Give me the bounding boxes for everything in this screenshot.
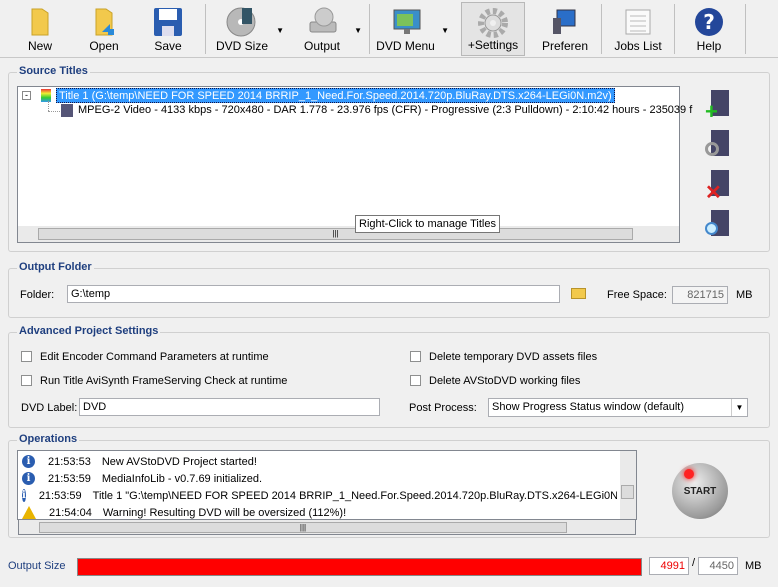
preview-title-icon[interactable]: [705, 210, 735, 240]
start-button[interactable]: START: [672, 463, 728, 519]
dvd-label-label: DVD Label:: [21, 402, 78, 414]
add-title-icon[interactable]: +: [705, 90, 735, 123]
dvd-menu-label: DVD Menu: [376, 39, 435, 53]
svg-text:?: ?: [703, 10, 715, 34]
post-process-select[interactable]: Show Progress Status window (default) ▼: [488, 398, 748, 417]
new-label: New: [27, 39, 52, 53]
collapse-toggle[interactable]: -: [22, 91, 31, 100]
operations-log[interactable]: i 21:53:53 New AVStoDVD Project started! i…: [17, 450, 637, 520]
dvd-menu-button[interactable]: ▼ DVD Menu: [370, 2, 455, 56]
free-space-value: 821715: [672, 286, 728, 304]
dvd-size-label: DVD Size: [215, 39, 268, 53]
new-button[interactable]: New: [4, 2, 76, 56]
delete-working-label: Delete AVStoDVD working files: [429, 375, 581, 387]
folder-icon: [31, 8, 49, 36]
record-light-icon: [684, 469, 694, 479]
dvd-drive-icon: [309, 7, 337, 33]
tooltip: Right-Click to manage Titles: [355, 215, 500, 233]
floppy-disk-icon: [154, 8, 182, 36]
jobs-list-button[interactable]: Jobs List: [603, 2, 673, 56]
settings-button[interactable]: +Settings: [461, 2, 525, 56]
vertical-scrollbar[interactable]: [620, 451, 636, 519]
folder-input[interactable]: G:\temp: [67, 285, 560, 303]
open-label: Open: [89, 39, 119, 53]
save-button[interactable]: Save: [132, 2, 204, 56]
free-space-unit: MB: [736, 289, 753, 301]
output-size-capacity: 4450: [698, 557, 738, 575]
chevron-down-icon[interactable]: ▼: [731, 399, 747, 416]
edit-encoder-label: Edit Encoder Command Parameters at runti…: [40, 351, 269, 363]
post-process-value: Show Progress Status window (default): [492, 401, 684, 413]
folder-label: Folder:: [20, 289, 55, 301]
preferences-button[interactable]: Preferen: [530, 2, 600, 56]
titles-tree[interactable]: - Title 1 (G:\temp\NEED FOR SPEED 2014 B…: [17, 86, 692, 243]
output-size-label: Output Size: [8, 560, 66, 572]
output-label: Output: [303, 39, 341, 53]
gear-icon: [478, 8, 508, 38]
post-process-label: Post Process:: [409, 402, 477, 414]
help-button[interactable]: ? Help: [676, 2, 742, 56]
film-icon: [41, 89, 51, 102]
help-label: Help: [696, 39, 722, 53]
info-icon: i: [22, 472, 35, 485]
advanced-settings-label: Advanced Project Settings: [17, 325, 161, 337]
free-space-label: Free Space:: [607, 289, 667, 301]
open-folder-icon: [95, 8, 114, 36]
run-avisynth-label: Run Title AviSynth FrameServing Check at…: [40, 375, 288, 387]
warning-icon: [22, 506, 36, 519]
output-size-current: 4991: [649, 557, 689, 575]
log-entry: i 21:53:59 Title 1 "G:\temp\NEED FOR SPEED…: [22, 489, 617, 502]
dropdown-arrow-icon[interactable]: ▼: [276, 26, 284, 35]
dvd-size-button[interactable]: ▼ DVD Size: [208, 2, 290, 56]
delete-temp-label: Delete temporary DVD assets files: [429, 351, 598, 363]
dvd-label-input[interactable]: DVD: [79, 398, 380, 416]
browse-folder-icon[interactable]: [571, 288, 586, 299]
log-entry: i 21:53:59 MediaInfoLib - v0.7.69 initiali…: [22, 470, 262, 487]
output-button[interactable]: ▼ Output: [290, 2, 368, 56]
remove-title-icon[interactable]: ✕: [705, 170, 735, 204]
source-titles-label: Source Titles: [17, 65, 90, 77]
output-size-unit: MB: [745, 560, 762, 572]
delete-working-checkbox[interactable]: [410, 375, 421, 386]
dropdown-arrow-icon[interactable]: ▼: [441, 26, 449, 35]
info-icon: i: [22, 455, 35, 468]
video-stream-node[interactable]: MPEG-2 Video - 4133 kbps - 720x480 - DAR…: [78, 104, 692, 116]
edit-encoder-checkbox[interactable]: [21, 351, 32, 362]
horizontal-scrollbar[interactable]: |||: [18, 226, 679, 242]
jobs-list-label: Jobs List: [614, 39, 662, 53]
info-icon: i: [22, 489, 26, 502]
run-avisynth-checkbox[interactable]: [21, 375, 32, 386]
computer-icon: [553, 9, 576, 34]
title-settings-icon[interactable]: [705, 130, 735, 160]
start-label: START: [683, 485, 717, 497]
save-label: Save: [154, 39, 182, 53]
log-entry: 21:54:04 Warning! Resulting DVD will be o…: [22, 504, 346, 519]
video-stream-icon: [61, 104, 73, 117]
output-size-bar-fill: [78, 559, 641, 575]
monitor-icon: [393, 9, 420, 34]
dvd-disc-icon: [226, 7, 256, 37]
preferences-label: Preferen: [541, 39, 589, 53]
output-folder-label: Output Folder: [17, 261, 94, 273]
delete-temp-checkbox[interactable]: [410, 351, 421, 362]
output-size-bar: [77, 558, 642, 576]
dropdown-arrow-icon[interactable]: ▼: [354, 26, 362, 35]
title-node[interactable]: Title 1 (G:\temp\NEED FOR SPEED 2014 BRR…: [56, 88, 615, 103]
open-button[interactable]: Open: [76, 2, 132, 56]
toolbar: New Open Save ▼ DVD Size ▼ Output ▼ DVD …: [0, 0, 778, 58]
size-separator: /: [692, 557, 696, 569]
log-horizontal-scrollbar[interactable]: |||: [18, 520, 636, 535]
log-entry: i 21:53:53 New AVStoDVD Project started!: [22, 453, 257, 470]
settings-label: +Settings: [467, 38, 519, 52]
operations-label: Operations: [17, 433, 80, 445]
help-icon: ?: [695, 8, 723, 36]
list-icon: [625, 9, 651, 35]
